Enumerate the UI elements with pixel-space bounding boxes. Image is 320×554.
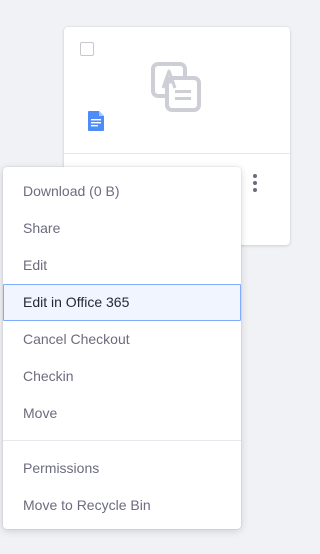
menu-item-share[interactable]: Share — [3, 210, 241, 247]
menu-item-edit-in-office-365[interactable]: Edit in Office 365 — [3, 284, 241, 321]
menu-item-move-to-recycle-bin[interactable]: Move to Recycle Bin — [3, 487, 241, 524]
ellipsis-v-icon[interactable] — [247, 172, 263, 194]
menu-item-permissions[interactable]: Permissions — [3, 450, 241, 487]
menu-item-checkin[interactable]: Checkin — [3, 358, 241, 395]
menu-item-cancel-checkout[interactable]: Cancel Checkout — [3, 321, 241, 358]
actions-dropdown-menu: Download (0 B) Share Edit Edit in Office… — [3, 167, 241, 529]
menu-item-download[interactable]: Download (0 B) — [3, 173, 241, 210]
documents-media-placeholder-icon — [151, 62, 201, 112]
menu-divider — [3, 440, 241, 441]
document-text-icon — [88, 111, 104, 131]
select-checkbox[interactable] — [80, 42, 94, 56]
card-preview — [64, 27, 290, 154]
menu-item-edit[interactable]: Edit — [3, 247, 241, 284]
menu-item-move[interactable]: Move — [3, 395, 241, 432]
